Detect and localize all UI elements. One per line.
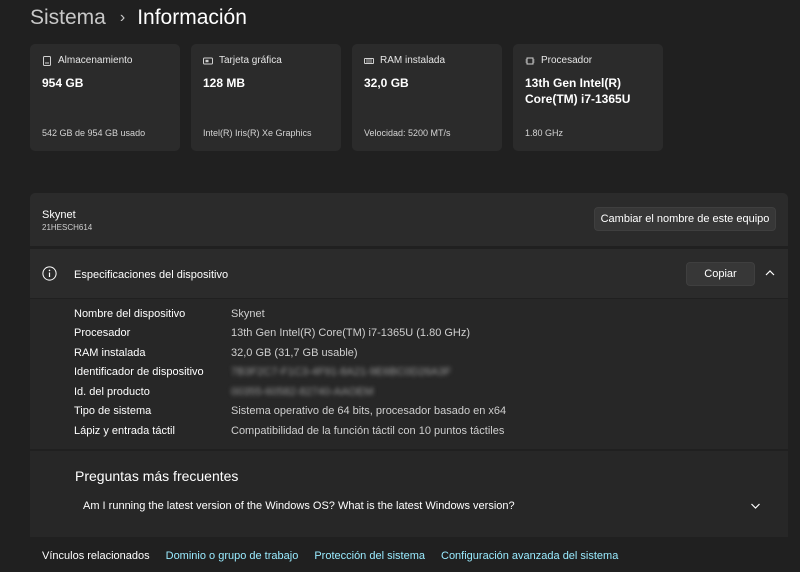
gpu-value: 128 MB [203, 76, 246, 90]
storage-icon [43, 55, 51, 66]
spec-value-redacted: 7B3F2C7-F1C3-4F91-8A21-9E6BC0D26A3F [231, 366, 452, 378]
storage-value: 954 GB [42, 76, 84, 90]
device-specs-title: Especificaciones del dispositivo [74, 269, 229, 281]
storage-card[interactable]: Almacenamiento 954 GB 542 GB de 954 GB u… [30, 44, 180, 151]
ram-label: RAM instalada [380, 55, 446, 66]
spec-value: Compatibilidad de la función táctil con … [231, 425, 505, 437]
spec-value: Sistema operativo de 64 bits, procesador… [231, 405, 507, 417]
info-icon [42, 266, 57, 281]
page-title: Información [137, 6, 247, 29]
spec-key: Procesador [74, 327, 131, 339]
storage-detail: 542 GB de 954 GB usado [42, 128, 146, 138]
processor-detail: 1.80 GHz [525, 128, 564, 138]
faq-section: Preguntas más frecuentes Am I running th… [30, 451, 788, 537]
breadcrumb: Sistema › Información [30, 4, 247, 32]
device-model: 21HESCH614 [42, 223, 93, 232]
spec-key: Tipo de sistema [74, 405, 152, 417]
spec-key: RAM instalada [74, 347, 146, 359]
ram-icon [364, 57, 374, 64]
spec-key: Lápiz y entrada táctil [74, 425, 175, 437]
copy-button[interactable]: Copiar [686, 262, 755, 286]
processor-icon [525, 57, 535, 64]
spec-key: Identificador de dispositivo [74, 366, 204, 378]
faq-title: Preguntas más frecuentes [75, 468, 239, 484]
chevron-up-icon[interactable] [764, 268, 776, 278]
device-specs-header[interactable]: Especificaciones del dispositivo Copiar [30, 249, 788, 298]
device-specs-body: Nombre del dispositivo Skynet Procesador… [30, 299, 788, 449]
link-advanced-system-settings[interactable]: Configuración avanzada del sistema [441, 550, 618, 562]
spec-key: Id. del producto [74, 386, 150, 398]
gpu-label: Tarjeta gráfica [219, 55, 282, 66]
breadcrumb-parent[interactable]: Sistema [30, 6, 106, 30]
processor-value: 13th Gen Intel(R) Core(TM) i7-1365U [525, 75, 630, 107]
chevron-down-icon[interactable] [750, 502, 761, 510]
processor-label: Procesador [541, 55, 593, 66]
device-name: Skynet [42, 209, 76, 221]
gpu-icon [203, 57, 213, 64]
spec-value: Skynet [231, 308, 265, 320]
ram-value: 32,0 GB [364, 76, 409, 90]
gpu-card[interactable]: Tarjeta gráfica 128 MB Intel(R) Iris(R) … [191, 44, 341, 151]
faq-question[interactable]: Am I running the latest version of the W… [83, 500, 515, 512]
spec-value-redacted: 00355-60582-82740-AAOEM [231, 386, 374, 398]
device-name-row: Skynet 21HESCH614 Cambiar el nombre de e… [30, 193, 788, 246]
ram-detail: Velocidad: 5200 MT/s [364, 128, 451, 138]
spec-key: Nombre del dispositivo [74, 308, 186, 320]
breadcrumb-separator-icon: › [119, 9, 126, 26]
processor-value-line2: Core(TM) i7-1365U [525, 92, 631, 106]
spec-value: 32,0 GB (31,7 GB usable) [231, 347, 358, 359]
link-domain-workgroup[interactable]: Dominio o grupo de trabajo [166, 550, 299, 562]
storage-label: Almacenamiento [58, 55, 133, 66]
gpu-detail: Intel(R) Iris(R) Xe Graphics [203, 128, 312, 138]
related-links: Vínculos relacionados Dominio o grupo de… [30, 539, 788, 572]
spec-value: 13th Gen Intel(R) Core(TM) i7-1365U (1.8… [231, 327, 471, 339]
processor-value-line1: 13th Gen Intel(R) [525, 76, 622, 90]
rename-pc-button[interactable]: Cambiar el nombre de este equipo [594, 207, 776, 231]
processor-card[interactable]: Procesador 13th Gen Intel(R) Core(TM) i7… [513, 44, 663, 151]
related-links-label: Vínculos relacionados [42, 549, 150, 562]
link-system-protection[interactable]: Protección del sistema [314, 550, 425, 562]
ram-card[interactable]: RAM instalada 32,0 GB Velocidad: 5200 MT… [352, 44, 502, 151]
